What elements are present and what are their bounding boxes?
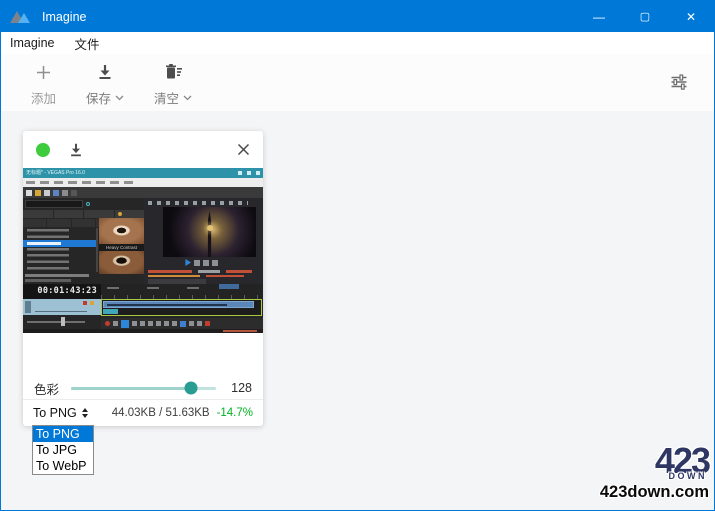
color-slider[interactable] — [71, 381, 216, 395]
big-ben-silhouette — [207, 211, 212, 257]
vegas-effects-list — [23, 228, 96, 273]
vegas-info-bar1 — [25, 274, 89, 277]
format-select[interactable]: To PNG — [33, 406, 88, 420]
vegas-video-clip — [103, 301, 254, 308]
color-slider-value: 128 — [231, 381, 252, 395]
vegas-window-controls — [238, 171, 260, 175]
dropdown-option-jpg[interactable]: To JPG — [33, 442, 93, 458]
save-label: 保存 — [86, 92, 112, 106]
close-icon — [237, 143, 250, 156]
chevron-down-icon — [115, 95, 124, 100]
watermark: 423 DOWN 423down.com — [599, 442, 711, 501]
vegas-preset-label: Heavy Contrast — [99, 244, 144, 251]
chevron-down-icon — [183, 95, 192, 100]
trash-icon — [164, 62, 183, 82]
vegas-tabs-row1 — [23, 210, 144, 218]
vegas-eye-preview-after — [99, 251, 144, 274]
savings-percent: -14.7% — [216, 407, 253, 419]
window-controls: — ▢ ✕ — [576, 1, 714, 32]
download-icon — [96, 62, 114, 82]
file-size-text: 44.03KB / 51.63KB — [111, 407, 210, 419]
vegas-timeline-track — [101, 299, 262, 316]
vegas-preview-panel — [144, 198, 263, 284]
watermark-domain: 423down.com — [599, 482, 709, 501]
vegas-clip-properties — [148, 270, 260, 284]
card-header — [23, 131, 263, 168]
download-icon — [71, 143, 81, 156]
vegas-transport-bar — [101, 318, 263, 329]
color-slider-label: 色彩 — [34, 382, 60, 397]
slider-thumb[interactable] — [184, 381, 198, 395]
remove-image-button[interactable] — [237, 143, 250, 156]
add-label: 添加 — [31, 92, 57, 106]
format-dropdown: To PNG To JPG To WebP — [32, 425, 94, 475]
vegas-info-bar2 — [25, 279, 71, 282]
maximize-button[interactable]: ▢ — [622, 1, 668, 32]
clear-label: 清空 — [154, 92, 180, 106]
vegas-timeline-ruler — [101, 284, 263, 299]
toolbar: 添加 保存 清空 — [1, 54, 714, 111]
vegas-toolbar — [23, 187, 263, 198]
dropdown-option-webp[interactable]: To WebP — [33, 458, 93, 474]
vegas-search-box — [25, 200, 83, 208]
vegas-scrollbar — [96, 228, 98, 272]
save-image-button[interactable] — [68, 142, 84, 158]
minimize-button[interactable]: — — [576, 1, 622, 32]
vegas-rate-control — [23, 315, 101, 328]
menu-imagine[interactable]: Imagine — [10, 36, 54, 50]
settings-button[interactable] — [669, 72, 689, 97]
format-select-value: To PNG — [33, 406, 77, 420]
vegas-menubar — [23, 178, 263, 187]
vegas-titlebar: 无标题* - VEGAS Pro 16.0 — [23, 168, 263, 178]
plus-icon — [34, 62, 53, 82]
window-title: Imagine — [42, 9, 87, 24]
dropdown-option-png[interactable]: To PNG — [33, 426, 93, 442]
close-button[interactable]: ✕ — [668, 1, 714, 32]
card-footer: To PNG 44.03KB / 51.63KB -14.7% — [23, 400, 263, 426]
clock-face-glow — [206, 225, 213, 231]
vegas-preview-transport — [184, 259, 218, 266]
image-thumbnail[interactable]: 无标题* - VEGAS Pro 16.0 Heavy Contrast 00:… — [23, 168, 263, 333]
clear-button[interactable]: 清空 — [154, 62, 192, 111]
vegas-eye-preview-before — [99, 218, 144, 244]
vegas-selected-effect — [23, 240, 96, 247]
save-button[interactable]: 保存 — [86, 62, 124, 111]
menu-file[interactable]: 文件 — [74, 34, 99, 53]
vegas-status-bar — [23, 329, 263, 333]
vegas-timecode-panel: 00:01:43:23 — [23, 284, 101, 299]
add-button[interactable]: 添加 — [31, 62, 56, 111]
status-dot — [36, 142, 50, 157]
vegas-track-header — [23, 299, 101, 315]
title-bar[interactable]: Imagine — ▢ ✕ — [1, 1, 714, 32]
vegas-search-icon — [86, 202, 90, 206]
imagine-window: Imagine — ▢ ✕ Imagine 文件 添加 保存 清空 无标题* -… — [0, 0, 715, 511]
image-card: 无标题* - VEGAS Pro 16.0 Heavy Contrast 00:… — [23, 131, 263, 426]
vegas-video-preview — [163, 207, 256, 257]
vegas-small-clip — [103, 309, 118, 314]
sliders-icon — [671, 74, 687, 90]
color-slider-row: 色彩 128 — [23, 374, 263, 402]
select-arrows-icon — [81, 408, 88, 418]
app-logo-icon — [10, 9, 36, 24]
vegas-timecode: 00:01:43:23 — [37, 286, 97, 296]
menu-bar: Imagine 文件 — [1, 32, 714, 54]
vegas-title: 无标题* - VEGAS Pro 16.0 — [26, 170, 85, 176]
